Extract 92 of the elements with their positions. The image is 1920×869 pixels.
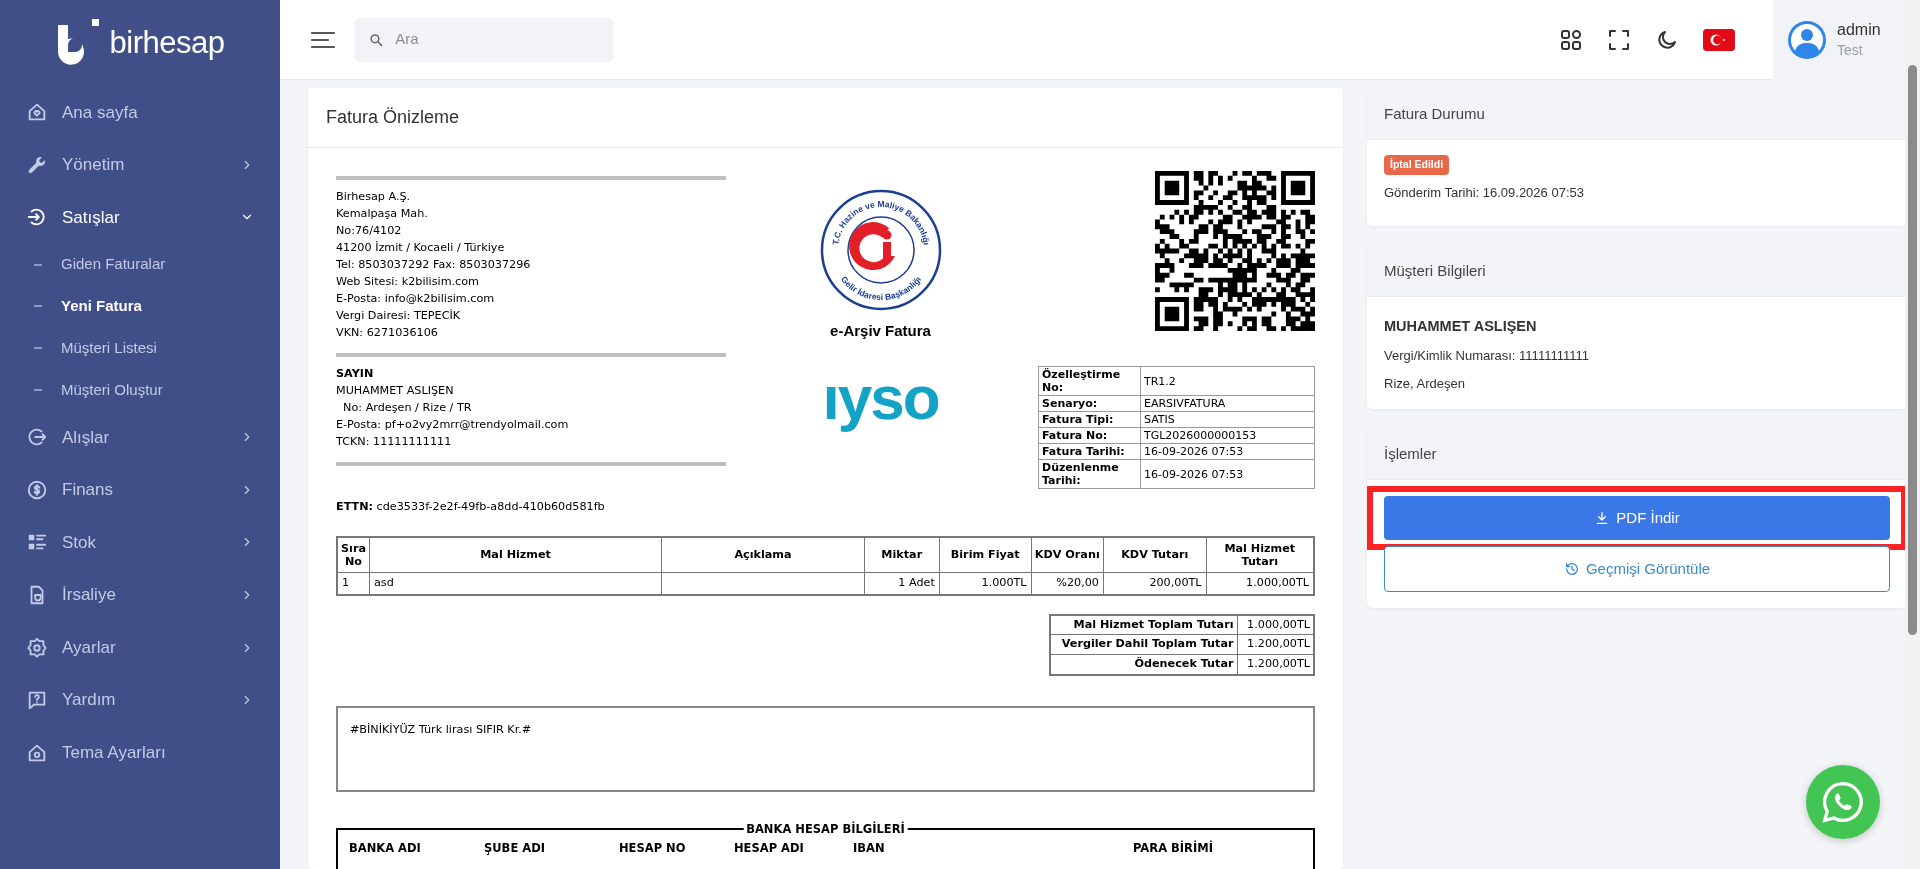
sidebar-item[interactable]: Yönetim	[0, 138, 280, 192]
sidebar-item[interactable]: Stok	[0, 516, 280, 569]
table-cell: Fatura No:	[1038, 427, 1141, 444]
amount-in-words: #BİNİKİYÜZ Türk lirası SIFIR Kr.#	[350, 723, 532, 736]
card-title: Müşteri Bilgileri	[1367, 245, 1907, 298]
settings-icon	[26, 636, 48, 659]
table-cell: Fatura Tipi:	[1038, 411, 1141, 428]
column-header: KDV Oranı	[1031, 536, 1104, 573]
seller-info-line: E-Posta: info@k2bilisim.com	[336, 291, 496, 307]
document-type: e-Arşiv Fatura	[830, 321, 931, 341]
buyer-info-line: No: Ardeşen / Rize / TR	[342, 400, 473, 416]
history-icon	[1563, 561, 1580, 577]
column-header: ŞUBE ADI	[484, 840, 546, 857]
sidebar-item[interactable]: Yardım	[0, 673, 280, 727]
buyer-info-line: TCKN: 11111111111	[336, 434, 453, 450]
table-cell: TR1.2	[1140, 366, 1315, 396]
history-button[interactable]: Geçmişi Görüntüle	[1384, 546, 1890, 592]
sidebar-item[interactable]: Finans	[0, 463, 280, 517]
sidebar-subitem[interactable]: Giden Faturalar	[0, 243, 280, 286]
table-cell: Senaryo:	[1038, 395, 1141, 412]
scrollbar[interactable]	[1905, 0, 1920, 869]
card-title: İşlemler	[1367, 428, 1907, 480]
column-header: KDV Tutarı	[1103, 536, 1207, 573]
column-header: Açıklama	[661, 536, 865, 573]
user-menu[interactable]: admin Test	[1773, 0, 1905, 80]
sidebar-item[interactable]: Satışlar	[0, 191, 280, 244]
table-cell: 16-09-2026 07:53	[1140, 443, 1315, 460]
table-cell: SATIS	[1140, 411, 1315, 428]
seller-info-line: Vergi Dairesi: TEPECİK	[336, 308, 462, 324]
status-badge: İptal Edildi	[1384, 155, 1450, 175]
seller-info-line: No:76/4102	[336, 223, 403, 239]
sidebar-item[interactable]: Ayarlar	[0, 621, 280, 674]
sidebar-item[interactable]: Tema Ayarları	[0, 726, 280, 780]
brand-name: birhesap	[109, 23, 225, 62]
seller-info-line: VKN: 6271036106	[336, 325, 439, 341]
sidebar-subitem[interactable]: Müşteri Oluştur	[0, 369, 280, 411]
phone-bubble-icon	[1821, 780, 1865, 824]
seller-info-line: Web Sitesi: k2bilisim.com	[336, 274, 480, 290]
customer-location: Rize, Ardeşen	[1384, 374, 1466, 393]
column-header: Mal Hizmet	[369, 536, 662, 573]
column-header: IBAN	[853, 840, 886, 857]
grid-icon	[1559, 27, 1583, 52]
buyer-heading: SAYIN	[336, 366, 375, 382]
column-header: Miktar	[864, 536, 940, 573]
dash-icon	[34, 305, 42, 308]
sidebar-subitem[interactable]: Müşteri Listesi	[0, 327, 280, 370]
search-field[interactable]: Ara	[393, 27, 599, 52]
table-cell: Fatura Tarihi:	[1038, 443, 1141, 460]
column-header: Birim Fiyat	[939, 536, 1032, 573]
sidebar-subitem[interactable]: Yeni Fatura	[0, 285, 280, 328]
dash-icon	[34, 389, 42, 392]
table-cell: 16-09-2026 07:53	[1140, 459, 1315, 489]
seller-info-line: Birhesap A.Ş.	[336, 189, 412, 205]
dash-icon	[34, 347, 42, 350]
column-header: Sıra No	[337, 536, 370, 573]
buyer-info-line: E-Posta: pf+o2vy2mrr@trendyolmail.com	[336, 417, 570, 433]
sent-date: Gönderim Tarihi: 16.09.2026 07:53	[1384, 183, 1585, 202]
fullscreen-icon	[1607, 27, 1631, 52]
table-cell: TGL2026000000153	[1140, 427, 1315, 444]
user-name: admin	[1837, 20, 1881, 40]
user-role: Test	[1837, 40, 1864, 59]
total-label: Vergiler Dahil Toplam Tutar	[1050, 634, 1237, 655]
scrollbar-thumb[interactable]	[1908, 65, 1917, 635]
table-cell: Özelleştirme No:	[1038, 366, 1141, 396]
seller-info-line: 41200 İzmit / Kocaeli / Türkiye	[336, 240, 506, 256]
customer-name: MUHAMMET ASLIŞEN	[1384, 317, 1538, 337]
download-button[interactable]: PDF İndir	[1384, 496, 1890, 540]
dollar-icon	[26, 478, 48, 501]
sidebar-item[interactable]: İrsaliye	[0, 568, 280, 622]
table-cell: Düzenlenme Tarihi:	[1038, 459, 1141, 489]
column-header: HESAP NO	[619, 840, 687, 857]
card-title: Fatura Önizleme	[308, 88, 1343, 148]
help-icon	[26, 689, 48, 712]
total-label: Mal Hizmet Toplam Tutarı	[1050, 614, 1237, 635]
table-cell: EARSIVFATURA	[1140, 395, 1315, 412]
sidebar-item[interactable]: Ana sayfa	[0, 86, 280, 139]
avatar-icon	[1787, 19, 1827, 60]
dash-icon	[34, 263, 42, 266]
column-header: PARA BİRİMİ	[1133, 840, 1214, 857]
seller-info-line: Tel: 8503037292 Fax: 8503037296	[336, 257, 532, 273]
menu-icon	[310, 30, 336, 51]
search-box[interactable]: Ara	[355, 17, 613, 62]
search-icon	[369, 31, 384, 48]
seller-info-line: Kemalpaşa Mah.	[336, 206, 429, 222]
column-header: BANKA ADI	[349, 840, 422, 857]
column-header: HESAP ADI	[734, 840, 805, 857]
flag-icon	[1703, 29, 1735, 52]
card-title: Fatura Durumu	[1367, 88, 1907, 140]
tax-id: Vergi/Kimlik Numarası: 11111111111	[1384, 347, 1590, 365]
sidebar-item[interactable]: Alışlar	[0, 410, 280, 464]
buyer-info-line: MUHAMMET ASLIŞEN	[336, 383, 455, 399]
ettn-number: ETTN: cde3533f-2e2f-49fb-a8dd-410b60d581fb	[336, 500, 605, 513]
